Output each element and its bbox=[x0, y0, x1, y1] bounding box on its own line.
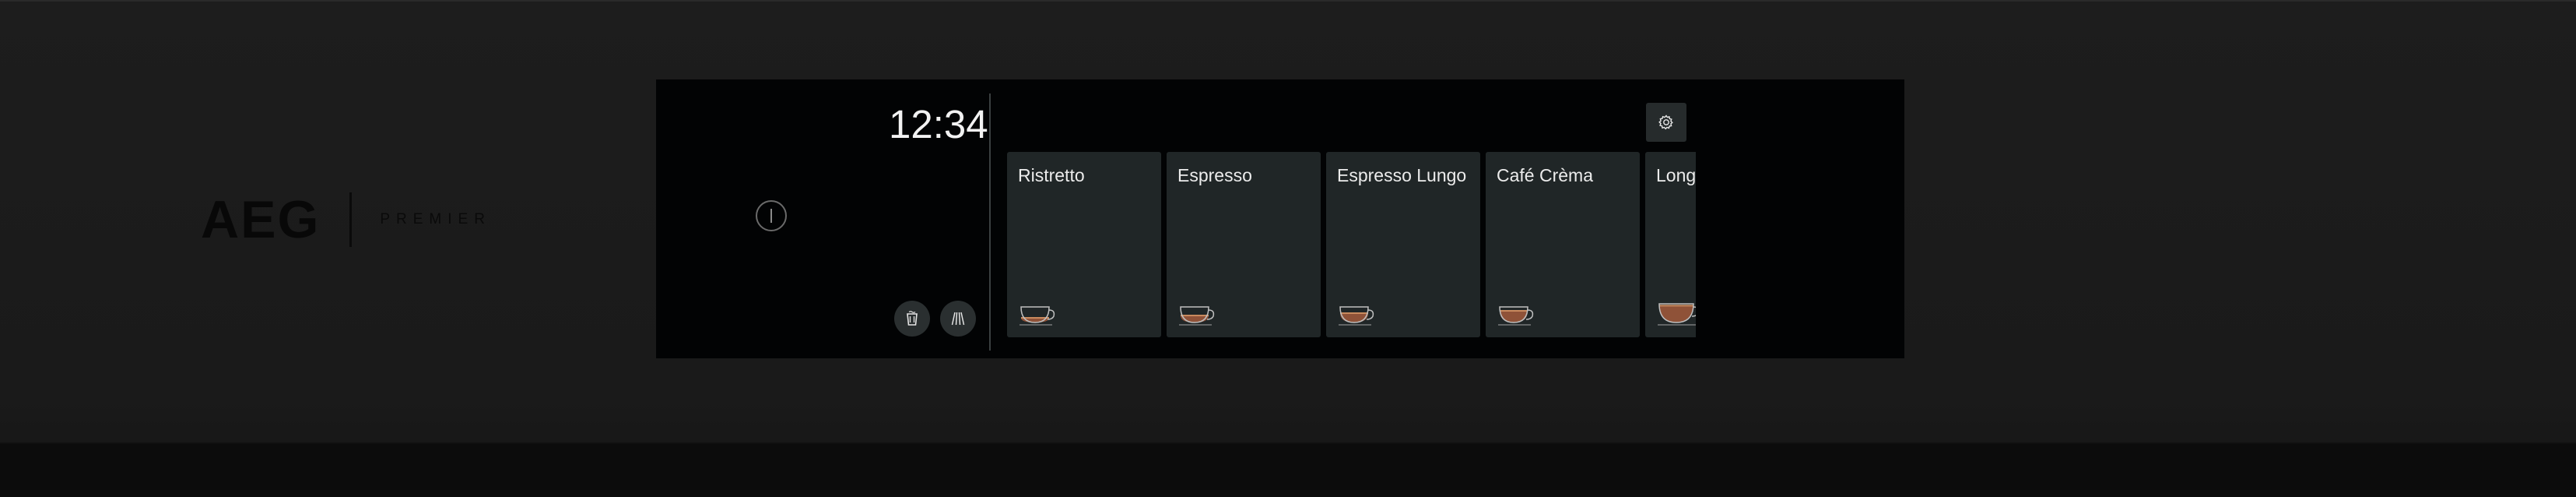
small-cup-icon bbox=[1179, 306, 1215, 326]
beverage-label: Espresso Lungo bbox=[1337, 165, 1467, 185]
power-button[interactable] bbox=[756, 200, 787, 231]
beverage-tile[interactable]: Café Crèma bbox=[1486, 152, 1640, 337]
gear-icon bbox=[1658, 115, 1673, 130]
beverage-tile[interactable]: Long bbox=[1645, 152, 1696, 337]
aeg-logo: AEG bbox=[201, 190, 321, 249]
beverage-tile[interactable]: Espresso Lungo bbox=[1326, 152, 1480, 337]
brand-divider bbox=[349, 192, 353, 247]
beverage-label: Long bbox=[1656, 165, 1696, 185]
beverage-label: Café Crèma bbox=[1497, 165, 1593, 185]
steam-icon bbox=[951, 312, 965, 326]
small-cup-icon bbox=[1498, 306, 1534, 326]
display-divider bbox=[989, 93, 991, 351]
steam-button[interactable] bbox=[940, 301, 976, 337]
settings-button[interactable] bbox=[1646, 103, 1686, 142]
beverage-label: Espresso bbox=[1177, 165, 1252, 185]
small-cup-icon bbox=[1020, 306, 1055, 326]
power-icon bbox=[770, 209, 772, 223]
beverage-tile[interactable]: Ristretto bbox=[1007, 152, 1161, 337]
beverage-carousel[interactable]: Ristretto Espresso Espresso Lungo Café Crèm… bbox=[1007, 152, 1696, 337]
beverage-label: Ristretto bbox=[1018, 165, 1085, 185]
drip-tray-strip bbox=[0, 442, 2576, 497]
coffee-machine-panel: AEG PREMIER 12:34 Ristretto Espresso Esp… bbox=[0, 0, 2576, 497]
small-cup-icon bbox=[1339, 306, 1374, 326]
clock-display: 12:34 bbox=[889, 102, 988, 146]
beverage-tile[interactable]: Espresso bbox=[1167, 152, 1321, 337]
large-cup-icon bbox=[1658, 303, 1696, 326]
cup-holder-button[interactable] bbox=[894, 301, 930, 337]
cup-holder-icon bbox=[907, 311, 918, 326]
brand-logo-area: AEG PREMIER bbox=[201, 190, 491, 249]
premier-label: PREMIER bbox=[380, 211, 491, 227]
